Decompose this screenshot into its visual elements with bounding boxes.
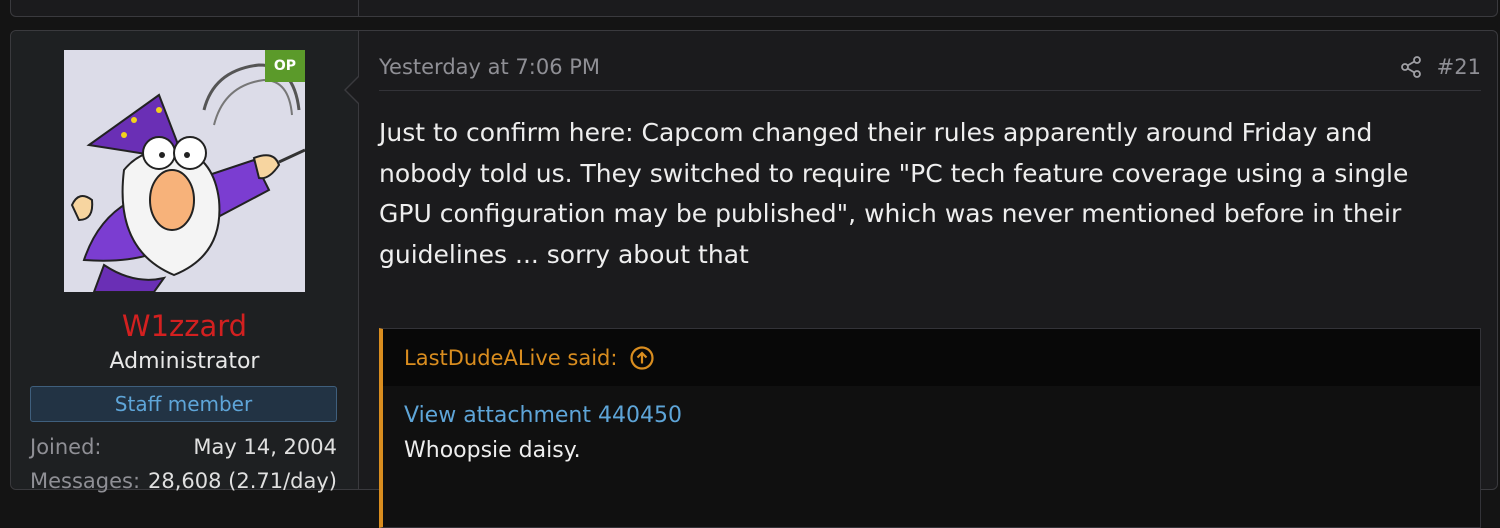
quote-header: LastDudeALive said:: [383, 329, 1480, 386]
post-arrow-fill: [346, 76, 360, 104]
share-icon[interactable]: [1399, 55, 1423, 79]
wizard-avatar-icon: [70, 63, 305, 292]
column-divider: [358, 0, 359, 16]
arrow-up-circle-icon[interactable]: [629, 345, 655, 371]
username[interactable]: W1zzard: [11, 309, 358, 343]
stat-value: 28,608 (2.71/day): [148, 469, 337, 493]
post-main: Yesterday at 7:06 PM #21 Just to confirm…: [359, 31, 1497, 528]
stat-label: Messages:: [30, 469, 141, 493]
header-divider: [379, 90, 1481, 91]
post-number-link[interactable]: #21: [1437, 55, 1481, 79]
stat-label: Joined:: [30, 435, 102, 459]
avatar[interactable]: OP: [64, 50, 305, 292]
forum-post: OP W1zzard Administrator Staff member Jo…: [10, 30, 1498, 528]
user-sidebar: OP W1zzard Administrator Staff member Jo…: [11, 31, 359, 493]
quote-text: Whoopsie daisy.: [404, 438, 581, 463]
previous-post: [10, 0, 1498, 17]
user-title: Administrator: [109, 349, 260, 374]
post-date[interactable]: Yesterday at 7:06 PM: [379, 55, 600, 79]
staff-banner: Staff member: [30, 386, 337, 422]
stat-value: May 14, 2004: [193, 435, 337, 459]
quote-block: LastDudeALive said: View attachment 4404…: [379, 328, 1481, 528]
attachment-link[interactable]: View attachment 440450: [404, 403, 682, 428]
op-badge: OP: [265, 50, 305, 82]
quote-author[interactable]: LastDudeALive said:: [404, 346, 617, 370]
post-body: Just to confirm here: Capcom changed the…: [379, 118, 1409, 269]
